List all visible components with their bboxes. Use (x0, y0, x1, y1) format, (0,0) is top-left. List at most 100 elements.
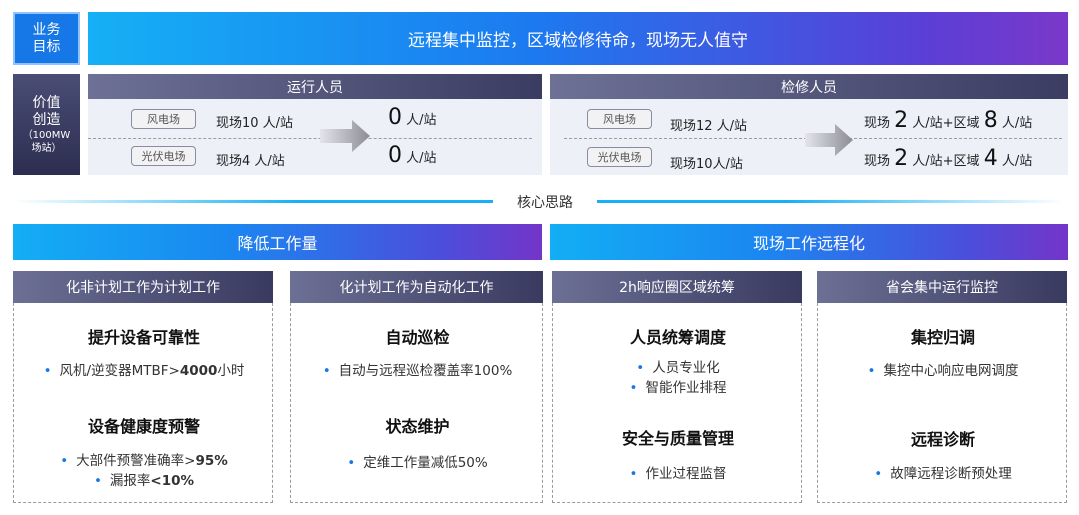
value-tag-sub1: （100MW (22, 129, 71, 141)
maint-pv-n1: 2 (894, 146, 909, 171)
bullet-dot-icon: • (93, 473, 102, 489)
maint-pv-t1: 现场 (864, 154, 895, 169)
maintenance-pv-target: 现场 2 人/站+区域 4 人/站 (864, 146, 1032, 171)
wind-farm-pill: 风电场 (131, 109, 196, 129)
card1-bullet2: • 大部件预警准确率>95% (14, 449, 274, 469)
wind-farm-pill: 风电场 (587, 109, 652, 129)
bullet-dot-icon: • (636, 360, 645, 376)
card2-b2: 定维工作量减低50% (363, 455, 488, 471)
maintenance-staff-title: 检修人员 (550, 74, 1068, 99)
maintenance-wind-current: 现场12 人/站 (670, 119, 748, 134)
operation-wind-target-num: 0 (388, 105, 402, 130)
maint-wind-t3: 人/站 (997, 116, 1033, 131)
operation-wind-target-unit: 人/站 (402, 113, 437, 128)
maint-pv-t2: 人/站+区域 (908, 154, 984, 169)
card4-bullet2: • 故障远程诊断预处理 (818, 462, 1068, 482)
right-arrow-icon (805, 124, 853, 156)
operation-pv-current: 现场4 人/站 (216, 154, 285, 169)
bullet-dot-icon: • (60, 453, 69, 469)
value-tag-line1: 价值 (32, 94, 61, 111)
card1-head: 化非计划工作为计划工作 (13, 271, 273, 303)
operation-staff-title: 运行人员 (88, 74, 542, 99)
card1-b1-prefix: 风机/逆变器MTBF> (59, 363, 180, 379)
operation-wind-current: 现场10 人/站 (216, 116, 294, 131)
card3-bullet2: • 智能作业排程 (553, 376, 803, 396)
pv-farm-pill: 光伏电场 (131, 146, 196, 166)
maintenance-staff-panel: 检修人员 风电场 现场12 人/站 现场 2 人/站+区域 8 人/站 光伏电场… (550, 74, 1068, 175)
card3-bullet3: • 作业过程监督 (553, 462, 803, 482)
maint-wind-t1: 现场 (864, 116, 895, 131)
operation-pv-target-num: 0 (388, 143, 402, 168)
card4-b1: 集控中心响应电网调度 (883, 363, 1019, 379)
bullet-dot-icon: • (874, 466, 883, 482)
card1-b3-bold: <10% (150, 473, 195, 489)
card4-b2: 故障远程诊断预处理 (890, 466, 1012, 482)
pv-farm-pill: 光伏电场 (587, 147, 652, 167)
remote-work-banner: 现场工作远程化 (550, 224, 1068, 260)
operation-staff-panel: 运行人员 风电场 现场10 人/站 0 人/站 光伏电场 现场4 人/站 0 人… (88, 74, 542, 175)
right-arrow-icon (320, 120, 370, 152)
card1-bullet3: • 漏报率<10% (14, 469, 274, 489)
card1-body: 提升设备可靠性 • 风机/逆变器MTBF>4000小时 设备健康度预警 • 大部件预… (13, 303, 273, 503)
card2-bullet1: • 自动与远程巡检覆盖率100% (291, 359, 544, 379)
card2-heading2: 状态维护 (385, 417, 450, 436)
business-goal-text: 远程集中监控，区域检修待命，现场无人值守 (408, 31, 748, 51)
card1-b2-prefix: 大部件预警准确率> (76, 453, 196, 469)
card4-heading2: 远程诊断 (910, 430, 975, 449)
maint-pv-n2: 4 (983, 146, 998, 171)
remote-work-title: 现场工作远程化 (752, 234, 865, 253)
bullet-dot-icon: • (867, 363, 876, 379)
maint-wind-n2: 8 (983, 108, 998, 133)
core-idea-label: 核心思路 (517, 195, 573, 211)
card2-head: 化计划工作为自动化工作 (290, 271, 543, 303)
card3-heading1: 人员统筹调度 (629, 328, 726, 347)
card2-bullet2: • 定维工作量减低50% (291, 451, 544, 471)
operation-pv-target: 0 人/站 (388, 143, 437, 168)
card4-heading1: 集控归调 (910, 328, 975, 347)
card3-heading2: 安全与质量管理 (621, 429, 734, 448)
card3-b2: 智能作业排程 (645, 380, 727, 396)
card2-heading1: 自动巡检 (385, 328, 450, 347)
card4-bullet1: • 集控中心响应电网调度 (818, 359, 1068, 379)
operation-pv-target-unit: 人/站 (402, 151, 437, 166)
card3-b1: 人员专业化 (652, 360, 720, 376)
card1-b1-bold: 4000 (179, 363, 218, 379)
operation-wind-target: 0 人/站 (388, 105, 437, 130)
card2-body: 自动巡检 • 自动与远程巡检覆盖率100% 状态维护 • 定维工作量减低50% (290, 303, 543, 503)
business-goal-tag-line1: 业务 (32, 21, 61, 38)
card3-bullet1: • 人员专业化 (553, 356, 803, 376)
business-goal-tag-line2: 目标 (32, 38, 61, 55)
operation-divider (88, 138, 532, 139)
card3-head: 2h响应圈区域统筹 (552, 271, 802, 303)
divider-line-right (597, 200, 1065, 203)
bullet-dot-icon: • (629, 466, 638, 482)
maintenance-pv-current: 现场10人/站 (670, 157, 743, 172)
divider-line-left (13, 200, 493, 203)
card1-b3-prefix: 漏报率 (109, 473, 151, 489)
value-tag-sub2: 场站） (31, 142, 62, 154)
business-goal-tag: 业务 目标 (13, 12, 80, 65)
business-goal-banner: 远程集中监控，区域检修待命，现场无人值守 (88, 12, 1068, 65)
card1-b2-bold: 95% (195, 453, 228, 469)
card2-b1: 自动与远程巡检覆盖率100% (338, 363, 513, 379)
reduce-workload-title: 降低工作量 (237, 234, 318, 253)
bullet-dot-icon: • (347, 455, 356, 471)
card1-bullet1: • 风机/逆变器MTBF>4000小时 (14, 359, 274, 379)
value-creation-tag: 价值 创造 （100MW 场站） (13, 74, 80, 175)
bullet-dot-icon: • (629, 380, 638, 396)
bullet-dot-icon: • (322, 363, 331, 379)
maint-wind-n1: 2 (894, 108, 909, 133)
reduce-workload-banner: 降低工作量 (13, 224, 542, 260)
card1-heading2: 设备健康度预警 (87, 417, 200, 436)
maint-pv-t3: 人/站 (997, 154, 1033, 169)
value-tag-line2: 创造 (32, 111, 61, 128)
maint-wind-t2: 人/站+区域 (908, 116, 984, 131)
card3-body: 人员统筹调度 • 人员专业化 • 智能作业排程 安全与质量管理 • 作业过程监督 (552, 303, 802, 503)
card4-body: 集控归调 • 集控中心响应电网调度 远程诊断 • 故障远程诊断预处理 (817, 303, 1067, 503)
card3-b3: 作业过程监督 (645, 466, 727, 482)
card1-heading1: 提升设备可靠性 (87, 328, 200, 347)
card4-head: 省会集中运行监控 (817, 271, 1067, 303)
maintenance-wind-target: 现场 2 人/站+区域 8 人/站 (864, 108, 1032, 133)
card1-b1-suffix: 小时 (217, 363, 245, 379)
bullet-dot-icon: • (43, 363, 52, 379)
